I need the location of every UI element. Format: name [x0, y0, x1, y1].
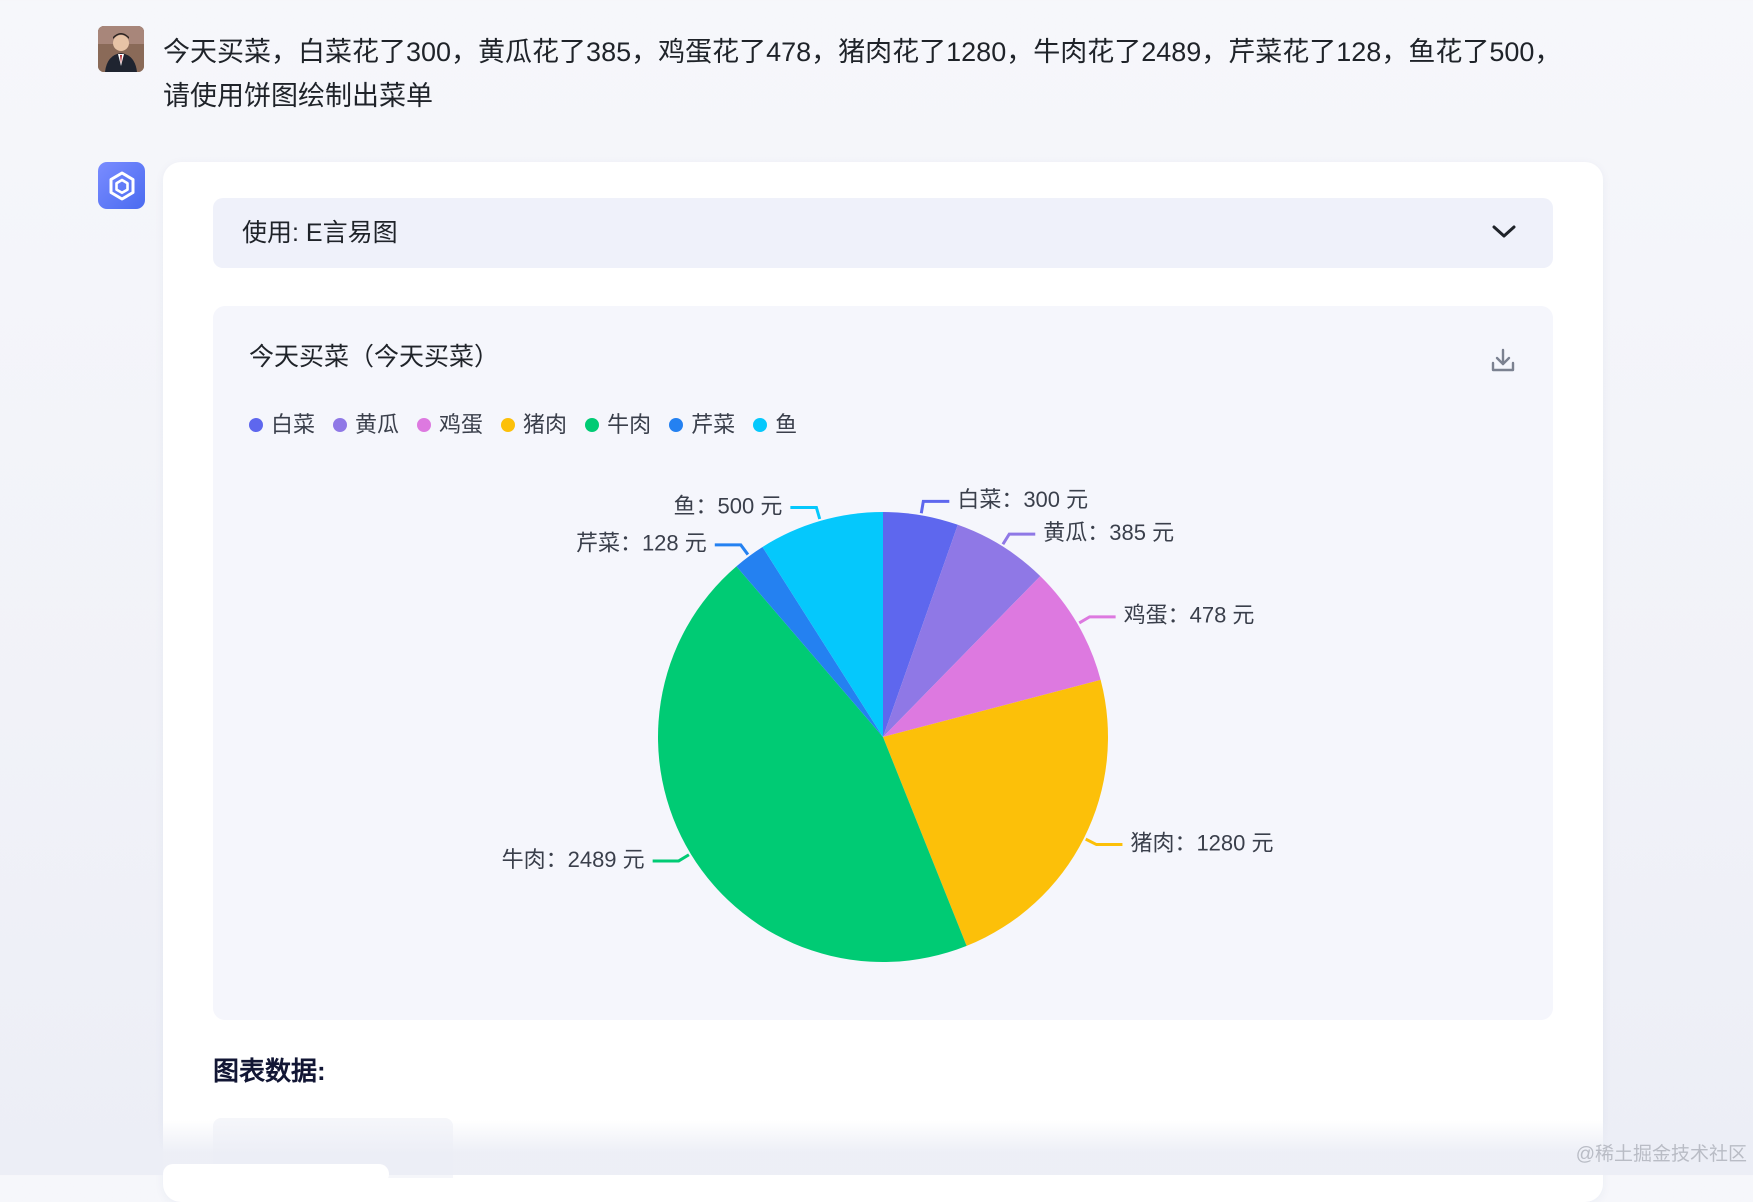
chat-input-area[interactable]: [163, 1164, 389, 1184]
slice-label: 鱼：500 元: [674, 493, 783, 518]
legend-item[interactable]: 鸡蛋: [417, 411, 483, 439]
legend-label: 鸡蛋: [439, 412, 484, 437]
legend-color-dot: [753, 418, 768, 432]
chart-title: 今天买菜（今天买菜）: [249, 343, 500, 371]
slice-label: 芹菜：128 元: [576, 531, 707, 556]
slice-leader-line: [1085, 837, 1123, 847]
legend-label: 芹菜: [691, 412, 736, 437]
legend-label: 牛肉: [607, 412, 652, 437]
legend-item[interactable]: 黄瓜: [333, 411, 399, 439]
legend-item[interactable]: 芹菜: [669, 411, 735, 439]
slice-label: 黄瓜：385 元: [1043, 520, 1174, 545]
slice-label: 白菜：300 元: [957, 487, 1088, 512]
slice-leader-line: [1078, 615, 1116, 625]
legend-color-dot: [585, 418, 600, 432]
watermark: @稀土掘金技术社区: [1575, 1144, 1747, 1165]
legend-color-dot: [417, 418, 432, 432]
bot-logo-icon: [109, 171, 134, 200]
slice-leader-line: [1001, 532, 1036, 546]
plugin-usage-label: 使用: E言易图: [242, 219, 398, 247]
legend-item[interactable]: 牛肉: [585, 411, 651, 439]
user-avatar-image: [98, 26, 144, 72]
legend-color-dot: [669, 418, 684, 432]
legend-color-dot: [501, 418, 516, 432]
bot-response-card: 使用: E言易图 白菜：300 元黄瓜：385 元鸡蛋：478 元猪肉：1280…: [163, 162, 1603, 1202]
slice-label: 猪肉：1280 元: [1130, 830, 1273, 855]
legend-color-dot: [249, 418, 263, 432]
chart-data-heading: 图表数据:: [213, 1056, 326, 1086]
chevron-down-icon[interactable]: [1491, 222, 1517, 242]
plugin-usage-bar[interactable]: 使用: E言易图: [213, 198, 1553, 268]
user-avatar: [98, 26, 144, 72]
slice-label: 牛肉：2489 元: [502, 847, 645, 872]
legend-label: 白菜: [271, 412, 316, 437]
slice-leader-line: [790, 505, 822, 520]
user-message-text: 今天买菜，白菜花了300，黄瓜花了385，鸡蛋花了478，猪肉花了1280，牛肉…: [163, 37, 1562, 111]
chart-legend: 白菜 黄瓜 鸡蛋 猪肉 牛肉 芹菜 鱼: [249, 411, 797, 439]
legend-color-dot: [333, 418, 348, 432]
slice-leader-line: [919, 499, 950, 514]
bot-avatar: [98, 162, 145, 209]
slice-label: 鸡蛋：478 元: [1124, 603, 1255, 628]
legend-label: 黄瓜: [355, 412, 400, 437]
chart-panel: 白菜：300 元黄瓜：385 元鸡蛋：478 元猪肉：1280 元牛肉：2489…: [213, 306, 1553, 1020]
legend-item[interactable]: 鱼: [753, 411, 797, 439]
slice-leader-line: [652, 853, 690, 863]
legend-label: 鱼: [775, 412, 798, 437]
legend-item[interactable]: 猪肉: [501, 411, 567, 439]
slice-leader-line: [714, 543, 750, 556]
download-icon[interactable]: [1489, 346, 1517, 374]
legend-label: 猪肉: [523, 412, 568, 437]
legend-item[interactable]: 白菜: [249, 411, 315, 439]
